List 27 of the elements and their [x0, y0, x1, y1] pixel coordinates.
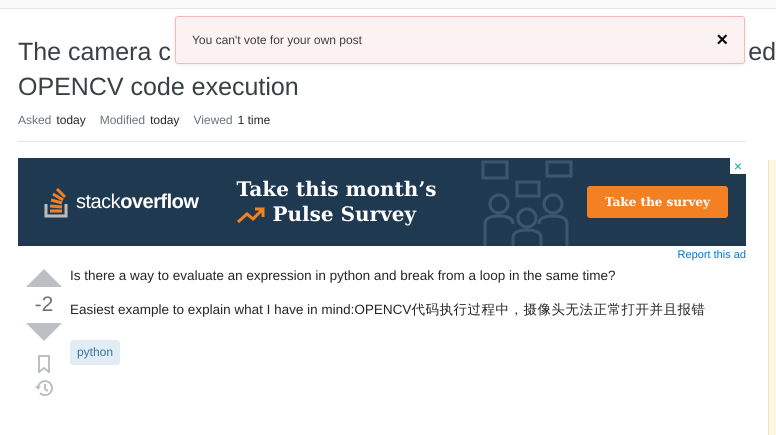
trend-arrow-icon: [236, 206, 266, 224]
toast-message: You can't vote for your own post: [192, 33, 362, 47]
survey-button[interactable]: Take the survey: [586, 186, 728, 218]
history-icon[interactable]: [34, 379, 54, 397]
ad-headline: Take this month’s Pulse Survey: [236, 177, 437, 227]
post-paragraph: Is there a way to evaluate an expression in python and break from a loop in the same time?: [70, 267, 617, 285]
question-title: ed: [748, 37, 776, 68]
question-title: OPENCV code execution: [18, 72, 300, 103]
vote-score: -2: [34, 293, 54, 317]
meta-label: Viewed: [193, 113, 233, 127]
post-paragraph: Easiest example to explain what I have in mind:OPENCV代码执行过程中，摄像头无法正常打开并且报错: [70, 300, 706, 319]
tag-link[interactable]: python: [70, 340, 120, 366]
meta-label: Asked: [18, 113, 52, 127]
downvote-button[interactable]: [26, 323, 62, 341]
bookmark-icon[interactable]: [37, 355, 51, 373]
meta-value: today: [56, 113, 86, 127]
question-title: The camera c: [18, 37, 171, 68]
close-button[interactable]: ×: [716, 30, 728, 50]
survey-banner[interactable]: stackoverflow Take this month’s Pulse Survey Take the survey ×: [18, 158, 746, 246]
logo-icon: [44, 186, 70, 218]
meta-value: today: [150, 113, 180, 127]
report-ad-link[interactable]: Report this ad: [18, 249, 746, 261]
close-button[interactable]: ×: [730, 158, 746, 174]
meta-label: Modified: [100, 113, 146, 127]
upvote-button[interactable]: [26, 269, 62, 287]
meta-value: 1 time: [238, 113, 270, 127]
logo-text: stackoverflow: [76, 190, 198, 214]
